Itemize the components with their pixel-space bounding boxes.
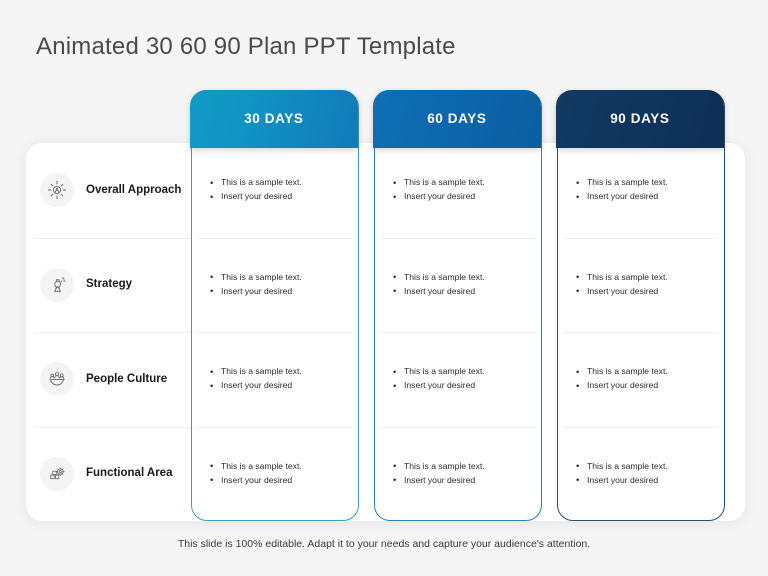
bullet-item: Insert your desired (576, 379, 668, 394)
cell-60-overall-approach[interactable]: This is a sample text. Insert your desir… (374, 143, 542, 238)
bullet-item: Insert your desired (393, 473, 485, 488)
bullet-item: This is a sample text. (210, 365, 302, 380)
bullet-item: This is a sample text. (393, 270, 485, 285)
cell-90-strategy[interactable]: This is a sample text. Insert your desir… (557, 237, 725, 333)
category-row-people-culture[interactable]: People Culture (26, 332, 191, 427)
column-header-90-days[interactable]: 90 DAYS (555, 89, 724, 148)
cell-60-people-culture[interactable]: This is a sample text. Insert your desir… (374, 332, 542, 427)
column-30-days[interactable]: 30 DAYS This is a sample text. Insert yo… (189, 89, 359, 521)
bullet-item: Insert your desired (576, 473, 668, 488)
chess-piece-icon (40, 267, 74, 302)
bullet-item: Insert your desired (393, 379, 485, 394)
bullet-item: Insert your desired (576, 284, 668, 299)
cell-30-overall-approach[interactable]: This is a sample text. Insert your desir… (191, 143, 359, 238)
category-label: Strategy (86, 278, 133, 291)
column-cells: This is a sample text. Insert your desir… (557, 143, 725, 521)
column-cells: This is a sample text. Insert your desir… (374, 143, 542, 521)
page-title: Animated 30 60 90 Plan PPT Template (36, 33, 456, 60)
bullet-item: This is a sample text. (576, 176, 668, 191)
slide-footer-note: This slide is 100% editable. Adapt it to… (177, 538, 591, 550)
slide-canvas: Animated 30 60 90 Plan PPT Template Over… (0, 0, 768, 576)
cell-90-people-culture[interactable]: This is a sample text. Insert your desir… (557, 332, 725, 427)
bullet-item: This is a sample text. (210, 176, 302, 191)
cell-60-functional-area[interactable]: This is a sample text. Insert your desir… (374, 426, 542, 522)
network-person-icon (40, 173, 74, 208)
category-label: Overall Approach (86, 183, 182, 196)
cell-60-strategy[interactable]: This is a sample text. Insert your desir… (374, 237, 542, 333)
bullet-item: This is a sample text. (576, 270, 668, 285)
column-header-30-days[interactable]: 30 DAYS (189, 89, 358, 148)
column-header-60-days[interactable]: 60 DAYS (372, 89, 541, 148)
category-rail: Overall Approach Strategy People Culture… (26, 143, 191, 521)
bullet-item: Insert your desired (576, 190, 668, 205)
category-row-overall-approach[interactable]: Overall Approach (26, 143, 191, 238)
category-label: Functional Area (86, 467, 173, 480)
column-cells: This is a sample text. Insert your desir… (191, 143, 359, 521)
column-60-days[interactable]: 60 DAYS This is a sample text. Insert yo… (372, 89, 542, 521)
bullet-item: Insert your desired (210, 284, 302, 299)
puzzle-gear-icon (40, 456, 74, 491)
bullet-item: Insert your desired (393, 190, 485, 205)
cell-30-people-culture[interactable]: This is a sample text. Insert your desir… (191, 332, 359, 427)
bullet-item: This is a sample text. (210, 459, 302, 474)
bullet-item: Insert your desired (393, 284, 485, 299)
bullet-item: This is a sample text. (576, 459, 668, 474)
bullet-item: This is a sample text. (576, 365, 668, 380)
people-group-icon (40, 362, 74, 397)
bullet-item: Insert your desired (210, 379, 302, 394)
category-label: People Culture (86, 372, 168, 385)
bullet-item: This is a sample text. (393, 459, 485, 474)
category-row-functional-area[interactable]: Functional Area (26, 426, 191, 522)
column-90-days[interactable]: 90 DAYS This is a sample text. Insert yo… (555, 89, 725, 521)
cell-30-strategy[interactable]: This is a sample text. Insert your desir… (191, 237, 359, 333)
bullet-item: Insert your desired (210, 473, 302, 488)
bullet-item: This is a sample text. (393, 365, 485, 380)
bullet-item: This is a sample text. (210, 270, 302, 285)
category-row-strategy[interactable]: Strategy (26, 237, 191, 333)
cell-90-overall-approach[interactable]: This is a sample text. Insert your desir… (557, 143, 725, 238)
bullet-item: Insert your desired (210, 190, 302, 205)
cell-30-functional-area[interactable]: This is a sample text. Insert your desir… (191, 426, 359, 522)
bullet-item: This is a sample text. (393, 176, 485, 191)
cell-90-functional-area[interactable]: This is a sample text. Insert your desir… (557, 426, 725, 522)
